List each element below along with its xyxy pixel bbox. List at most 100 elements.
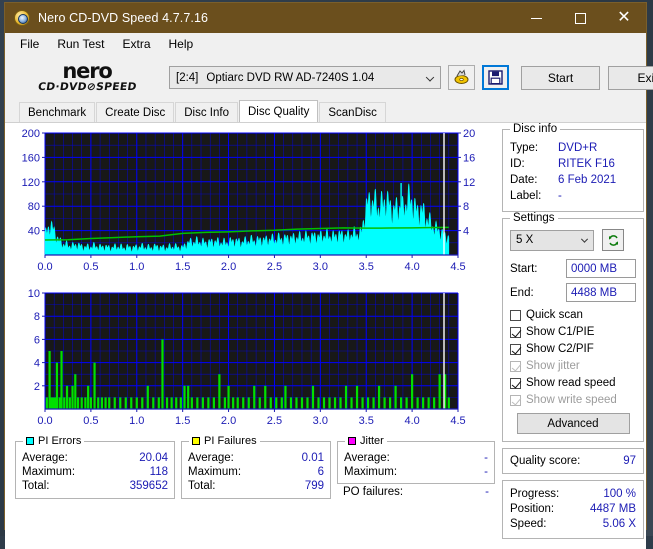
end-input[interactable]: 4488 MB (566, 283, 636, 302)
svg-text:0.5: 0.5 (83, 415, 98, 427)
stat-row: Maximum: - (344, 465, 488, 479)
jitter-maximum-value: - (484, 466, 488, 478)
tab-create-disc[interactable]: Create Disc (96, 102, 175, 122)
quality-score-label: Quality score: (510, 455, 581, 467)
refresh-button[interactable] (602, 229, 624, 251)
checkbox-label: Show read speed (526, 377, 616, 389)
maximize-button[interactable] (558, 3, 602, 33)
speed-value-status: 5.06 X (602, 518, 636, 530)
position-value: 4487 MB (589, 503, 636, 515)
menu-bar: File Run Test Extra Help (5, 33, 646, 55)
checkbox-show-jitter: Show jitter (510, 358, 636, 374)
tab-disc-quality[interactable]: Disc Quality (239, 100, 319, 122)
menu-item-run-test[interactable]: Run Test (48, 35, 113, 53)
pi-errors-total-value: 359652 (129, 480, 168, 492)
pi-failures-label: PI Failures (204, 435, 257, 447)
checkbox-checked-icon (510, 377, 521, 389)
menu-item-file[interactable]: File (15, 35, 48, 53)
checkbox-label: Show jitter (526, 360, 580, 372)
svg-text:200: 200 (22, 128, 40, 140)
checkbox-quick-scan[interactable]: Quick scan (510, 307, 636, 323)
disc-type-value: DVD+R (558, 142, 598, 154)
svg-text:10: 10 (28, 288, 40, 300)
drive-name: Optiarc DVD RW AD-7240S 1.04 (206, 71, 375, 84)
eject-disc-icon (454, 69, 469, 84)
drive-select[interactable]: [2:4] Optiarc DVD RW AD-7240S 1.04 (169, 66, 441, 89)
svg-text:80: 80 (28, 201, 40, 213)
jitter-stats-title: Jitter (345, 435, 387, 447)
checkbox-checked-icon (510, 326, 521, 338)
pi-failures-color-swatch (192, 437, 200, 445)
pi-errors-maximum-value: 118 (149, 466, 168, 478)
pi-failures-average-label: Average: (188, 452, 234, 464)
jitter-stats-box: Jitter Average: - Maximum: - (337, 435, 495, 484)
disc-info-row-date: Date: 6 Feb 2021 (510, 172, 636, 188)
menu-item-extra[interactable]: Extra (113, 35, 159, 53)
jitter-color-swatch (348, 437, 356, 445)
toolbar: nero CD·DVD⊘SPEED [2:4] Optiarc DVD RW A… (5, 55, 653, 100)
svg-text:3.5: 3.5 (359, 415, 374, 427)
advanced-button[interactable]: Advanced (516, 413, 630, 434)
minimize-button[interactable] (514, 3, 558, 33)
settings-title: Settings (510, 212, 558, 224)
svg-text:2: 2 (34, 381, 40, 393)
stat-row: Average: - (344, 451, 488, 465)
po-failures-row: PO failures: - (337, 484, 495, 499)
stat-row: Maximum: 6 (188, 465, 324, 479)
disc-info-group: Disc info Type: DVD+R ID: RITEK F16 Date… (502, 123, 644, 212)
menu-item-help[interactable]: Help (160, 35, 203, 53)
disc-info-row-id: ID: RITEK F16 (510, 156, 636, 172)
progress-group: Progress: 100 % Position: 4487 MB Speed:… (502, 480, 644, 539)
checkbox-show-c1-pie[interactable]: Show C1/PIE (510, 324, 636, 340)
pi-errors-stats-box: PI Errors Average: 20.04 Maximum: 118 To… (15, 435, 175, 499)
speed-row: 5 X (510, 229, 636, 251)
tab-scandisc[interactable]: ScanDisc (319, 102, 386, 122)
tab-benchmark[interactable]: Benchmark (19, 102, 96, 122)
disc-date-value: 6 Feb 2021 (558, 174, 617, 186)
start-button[interactable]: Start (521, 65, 600, 90)
title-bar: Nero CD-DVD Speed 4.7.7.16 ✕ (5, 3, 646, 33)
position-label: Position: (510, 503, 555, 515)
stat-row: Average: 20.04 (22, 451, 168, 465)
svg-text:120: 120 (22, 177, 40, 189)
quality-score-row: Quality score: 97 (510, 455, 636, 467)
position-row: Position: 4487 MB (510, 502, 636, 517)
tab-disc-info[interactable]: Disc Info (175, 102, 238, 122)
svg-text:1.0: 1.0 (129, 415, 144, 427)
start-field-row: Start: 0000 MB (510, 259, 636, 278)
stat-row: Average: 0.01 (188, 451, 324, 465)
end-label: End: (510, 286, 534, 299)
disc-id-label: ID: (510, 158, 525, 170)
refresh-arrows-icon (608, 234, 618, 246)
speed-select[interactable]: 5 X (510, 229, 594, 251)
progress-row: Progress: 100 % (510, 487, 636, 502)
close-button[interactable]: ✕ (602, 3, 646, 33)
exit-button[interactable]: Exit (608, 65, 653, 90)
svg-text:4.0: 4.0 (404, 261, 419, 273)
checkbox-checked-disabled-icon (510, 394, 521, 406)
pi-errors-label: PI Errors (38, 435, 82, 447)
settings-group: Settings 5 X Start: 0000 MB End: 4488 MB… (502, 212, 644, 442)
window-controls: ✕ (514, 3, 646, 33)
quality-score-value: 97 (623, 455, 636, 467)
po-failures-label: PO failures: (343, 486, 404, 498)
start-input[interactable]: 0000 MB (566, 259, 636, 278)
svg-text:0.0: 0.0 (37, 415, 52, 427)
progress-value: 100 % (603, 488, 636, 500)
window-title: Nero CD-DVD Speed 4.7.7.16 (38, 11, 209, 25)
checkbox-show-read-speed[interactable]: Show read speed (510, 375, 636, 391)
disc-label-value: - (558, 190, 562, 202)
pi-errors-stats-title: PI Errors (23, 435, 85, 447)
jitter-label: Jitter (360, 435, 384, 447)
stat-row: Maximum: 118 (22, 465, 168, 479)
svg-text:4.0: 4.0 (404, 415, 419, 427)
checkbox-label: Show write speed (526, 394, 617, 406)
start-label: Start: (510, 262, 538, 275)
pi-failures-total-value: 799 (304, 480, 324, 492)
checkbox-show-c2-pif[interactable]: Show C2/PIF (510, 341, 636, 357)
pi-errors-maximum-label: Maximum: (22, 466, 76, 478)
save-results-button[interactable] (482, 65, 509, 90)
svg-text:4: 4 (463, 226, 469, 238)
eject-disc-button[interactable] (448, 65, 475, 90)
disc-label-label: Label: (510, 190, 542, 202)
